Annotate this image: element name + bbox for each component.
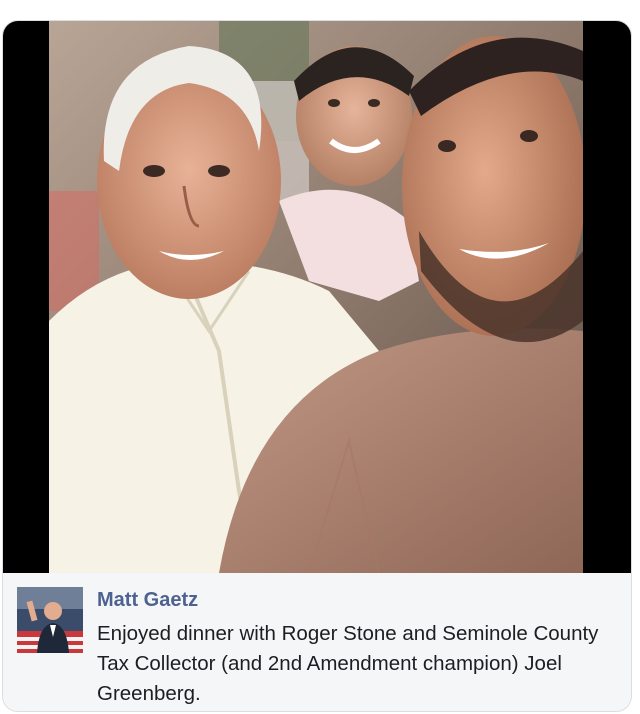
post-footer: Matt Gaetz Enjoyed dinner with Roger Sto… xyxy=(3,573,631,711)
post-photo[interactable] xyxy=(49,21,583,573)
avatar-photo-icon xyxy=(17,587,83,653)
post-text: Enjoyed dinner with Roger Stone and Semi… xyxy=(97,622,599,705)
post-card: Matt Gaetz Enjoyed dinner with Roger Sto… xyxy=(2,20,632,712)
author-avatar[interactable] xyxy=(17,587,83,653)
post-photo-frame[interactable] xyxy=(3,21,631,573)
author-name-link[interactable]: Matt Gaetz xyxy=(97,589,198,612)
selfie-photo xyxy=(49,21,583,573)
